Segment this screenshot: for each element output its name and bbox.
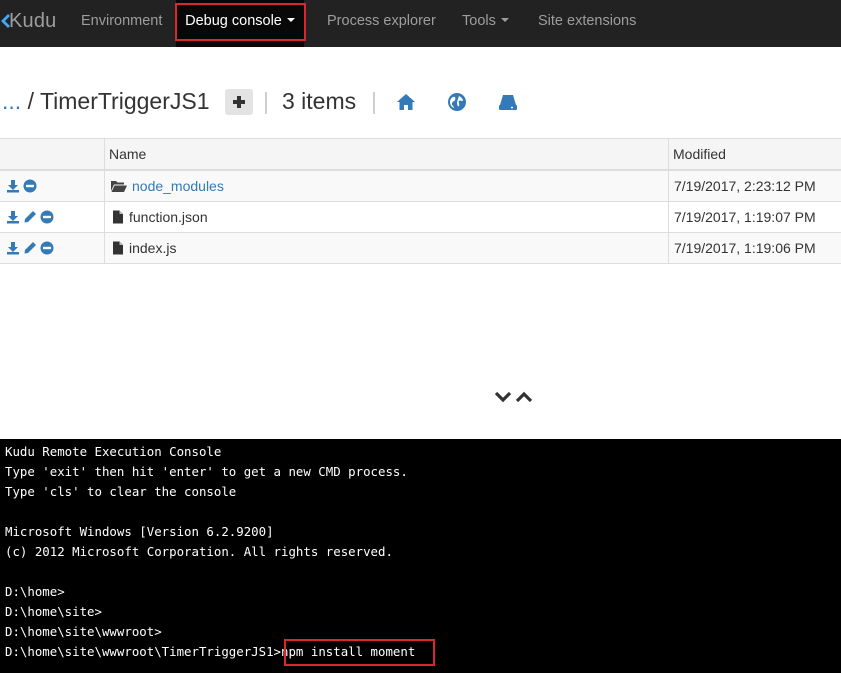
breadcrumb-ellipsis[interactable]: ...	[2, 88, 21, 114]
file-name[interactable]: index.js	[129, 240, 176, 256]
file-icon	[113, 241, 123, 255]
chevron-up-icon[interactable]	[515, 390, 533, 404]
row-actions	[6, 202, 54, 232]
breadcrumb: ... / TimerTriggerJS1	[2, 86, 209, 116]
console-line: D:\home\site>	[5, 604, 102, 619]
breadcrumb-slash: /	[27, 88, 34, 114]
column-divider	[668, 233, 669, 263]
nav-environment[interactable]: Environment	[81, 0, 162, 47]
row-actions	[6, 171, 37, 201]
breadcrumb-folder: TimerTriggerJS1	[39, 88, 210, 114]
item-count: 3 items	[282, 88, 357, 114]
breadcrumb-separator-2: |	[371, 88, 377, 114]
home-icon[interactable]	[396, 92, 416, 112]
file-name[interactable]: function.json	[129, 209, 208, 225]
nav-tools[interactable]: Tools	[462, 0, 509, 47]
nav-tools-label: Tools	[462, 13, 496, 29]
column-divider	[668, 202, 669, 232]
delete-icon[interactable]	[40, 241, 54, 255]
console-line: Type 'cls' to clear the console	[5, 484, 237, 499]
edit-icon[interactable]	[23, 210, 37, 224]
console-line: Type 'exit' then hit 'enter' to get a ne…	[5, 464, 408, 479]
file-name-cell[interactable]: function.json	[112, 202, 208, 232]
column-divider	[668, 139, 669, 169]
row-actions	[6, 233, 54, 263]
column-divider	[104, 202, 105, 232]
drive-icon[interactable]	[498, 92, 518, 112]
debug-console-highlight-box	[175, 3, 306, 41]
breadcrumb-separator: |	[263, 88, 269, 114]
console-line: D:\home\site\wwwroot>	[5, 624, 162, 639]
console-line: Microsoft Windows [Version 6.2.9200]	[5, 524, 274, 539]
download-icon[interactable]	[6, 179, 20, 193]
table-row: node_modules 7/19/2017, 2:23:12 PM	[0, 171, 841, 202]
folder-link[interactable]: node_modules	[132, 178, 224, 194]
cmd-console[interactable]: Kudu Remote Execution Console Type 'exit…	[0, 439, 841, 673]
nav-site-extensions-label: Site extensions	[538, 13, 637, 29]
column-header-name[interactable]: Name	[109, 139, 146, 169]
add-item-button[interactable]	[225, 89, 253, 115]
file-icon	[113, 210, 123, 224]
console-line: Kudu Remote Execution Console	[5, 444, 222, 459]
table-row: function.json 7/19/2017, 1:19:07 PM	[0, 202, 841, 233]
console-line: D:\home>	[5, 584, 65, 599]
folder-open-icon	[111, 181, 127, 192]
column-divider	[104, 139, 105, 169]
file-table: Name Modified node_modules 7/19/2017, 2:…	[0, 138, 841, 264]
download-icon[interactable]	[6, 210, 20, 224]
delete-icon[interactable]	[40, 210, 54, 224]
modified-cell: 7/19/2017, 1:19:06 PM	[674, 240, 816, 256]
nav-site-extensions[interactable]: Site extensions	[538, 0, 636, 47]
console-line: (c) 2012 Microsoft Corporation. All righ…	[5, 544, 393, 559]
column-divider	[104, 233, 105, 263]
modified-cell: 7/19/2017, 1:19:07 PM	[674, 209, 816, 225]
delete-icon[interactable]	[23, 179, 37, 193]
command-highlight-box	[284, 639, 435, 666]
nav-process-explorer[interactable]: Process explorer	[327, 0, 436, 47]
nav-environment-label: Environment	[81, 13, 163, 29]
caret-down-icon	[500, 18, 509, 23]
top-navbar: Kudu Environment Debug console Process e…	[0, 0, 841, 47]
nav-process-explorer-label: Process explorer	[327, 13, 436, 29]
console-prompt: D:\home\site\wwwroot\TimerTriggerJS1>	[5, 644, 282, 659]
column-header-modified[interactable]: Modified	[673, 139, 726, 169]
modified-cell: 7/19/2017, 2:23:12 PM	[674, 178, 816, 194]
file-name-cell[interactable]: index.js	[112, 233, 176, 263]
edit-icon[interactable]	[23, 241, 37, 255]
table-row: index.js 7/19/2017, 1:19:06 PM	[0, 233, 841, 264]
download-icon[interactable]	[6, 241, 20, 255]
column-divider	[104, 171, 105, 201]
column-divider	[668, 171, 669, 201]
file-name-cell[interactable]: node_modules	[110, 171, 224, 201]
brand-text: Kudu	[9, 10, 57, 32]
globe-icon[interactable]	[447, 92, 467, 112]
table-header-row: Name Modified	[0, 139, 841, 171]
chevron-down-icon[interactable]	[494, 390, 512, 404]
